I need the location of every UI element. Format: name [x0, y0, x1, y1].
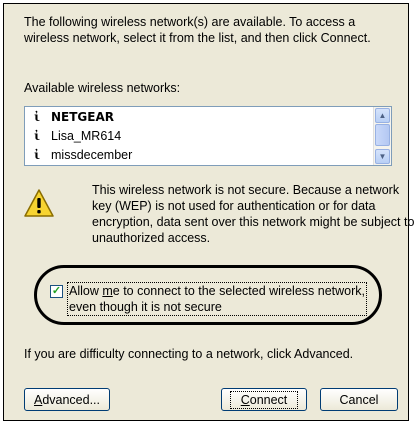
scroll-down-arrow-icon[interactable]: ▼ [375, 149, 390, 164]
network-name: missdecember [51, 148, 133, 162]
network-name: NETGEAR [51, 110, 114, 124]
advanced-button[interactable]: Advanced... [24, 388, 110, 411]
warning-line-1: This wireless network is not secure. Bec… [92, 183, 400, 197]
warning-line-4: unauthorized access. [92, 231, 211, 245]
wireless-antenna-icon: ἰ [34, 110, 40, 124]
checkmark-icon: ✓ [51, 285, 62, 297]
allow-insecure-label[interactable]: Allow me to connect to the selected wire… [67, 282, 367, 316]
advanced-label: dvanced... [42, 392, 101, 407]
connect-focus-label: Connect [229, 390, 299, 409]
warning-icon [24, 189, 54, 217]
allow-label-post: e to connect to the selected wireless ne… [112, 284, 365, 298]
listbox-scrollbar[interactable]: ▲ ▼ [373, 107, 391, 165]
networks-listbox[interactable]: ἰ NETGEAR ἰ Lisa_MR614 ἰ missdecember ▲ … [24, 106, 392, 166]
connect-mnemonic: C [240, 392, 250, 407]
network-item-lisa[interactable]: ἰ Lisa_MR614 [25, 127, 365, 145]
warning-line-2: key (WEP) is not used for authentication… [92, 199, 376, 213]
wireless-antenna-icon: ἰ [34, 148, 40, 162]
network-item-missdecember[interactable]: ἰ missdecember [25, 146, 365, 164]
connect-label: onnect [249, 392, 288, 407]
scroll-thumb[interactable] [375, 124, 390, 146]
scroll-up-arrow-icon[interactable]: ▲ [375, 108, 390, 123]
wireless-antenna-icon: ἰ [34, 129, 40, 143]
allow-label-line-1: Allow me to connect to the selected wire… [69, 283, 365, 299]
warning-line-3: encryption, data sent over this network … [92, 215, 414, 229]
network-name: Lisa_MR614 [51, 129, 122, 143]
intro-line-2: wireless network, select it from the lis… [24, 31, 371, 45]
allow-label-line-2: even though it is not secure [69, 300, 222, 314]
connect-button[interactable]: Connect [221, 388, 307, 411]
intro-line-1: The following wireless network(s) are av… [24, 15, 356, 29]
help-text: If you are difficulty connecting to a ne… [24, 347, 354, 361]
allow-label-pre: Allow [69, 284, 103, 298]
allow-label-mnemonic: m [102, 284, 113, 298]
cancel-button[interactable]: Cancel [320, 388, 398, 411]
advanced-mnemonic: A [33, 392, 43, 407]
available-networks-label: Available wireless networks: [24, 81, 181, 95]
allow-insecure-option[interactable]: ✓ Allow me to connect to the selected wi… [50, 281, 386, 321]
allow-insecure-checkbox[interactable]: ✓ [50, 285, 63, 298]
security-warning-text: This wireless network is not secure. Bec… [92, 182, 414, 246]
network-item-netgear[interactable]: ἰ NETGEAR [25, 108, 365, 126]
intro-text: The following wireless network(s) are av… [24, 14, 371, 46]
